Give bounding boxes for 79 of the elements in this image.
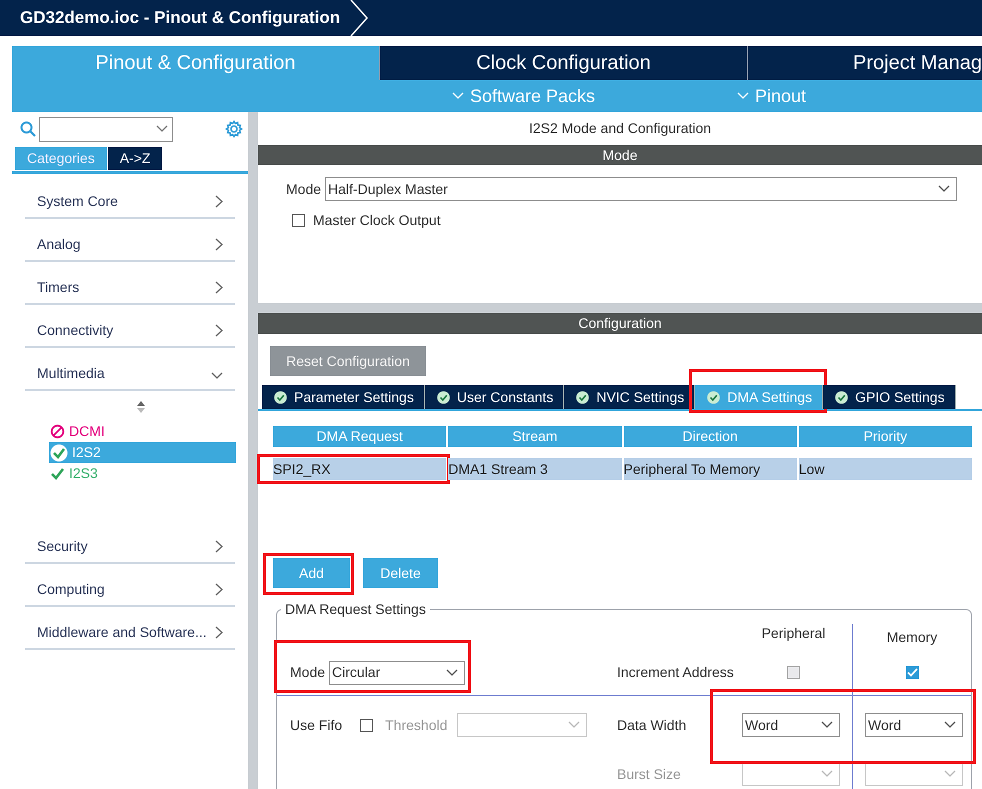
caret-icon — [821, 721, 833, 729]
field-label: Burst Size — [617, 764, 681, 784]
caret-icon — [156, 125, 168, 133]
table-cell: DMA1 Stream 3 — [448, 458, 622, 480]
category-item[interactable]: Connectivity — [25, 305, 235, 348]
threshold-select[interactable] — [457, 713, 588, 737]
checkbox-label: Master Clock Output — [313, 211, 441, 230]
prohibited-icon — [50, 424, 65, 439]
checkbox[interactable] — [292, 214, 305, 227]
category-item[interactable]: Analog — [25, 219, 235, 262]
column-header: DMA Request — [273, 426, 446, 447]
chevron-right-icon — [215, 583, 223, 596]
field-label: Increment Address — [617, 663, 734, 682]
section-header: Configuration — [258, 313, 982, 334]
group-title: DMA Request Settings — [284, 602, 427, 616]
category-item[interactable]: Timers — [25, 262, 235, 305]
mode-select[interactable]: Circular — [329, 660, 466, 684]
chevron-down-icon — [211, 372, 223, 380]
tab[interactable]: NVIC Settings — [564, 385, 696, 409]
tab[interactable]: Clock Configuration — [380, 46, 748, 80]
field-label: Mode — [286, 180, 322, 198]
tab[interactable]: User Constants — [424, 385, 564, 409]
field-label: Mode — [290, 663, 326, 682]
check-circle-icon — [436, 390, 450, 404]
caret-icon — [568, 721, 580, 729]
checkbox[interactable] — [906, 666, 918, 679]
sort-icon — [136, 401, 146, 413]
table-cell: Low — [798, 458, 972, 480]
chevron-right-icon — [215, 281, 223, 294]
check-circle-icon — [50, 444, 68, 462]
column-header: Direction — [624, 426, 797, 447]
category-item[interactable]: Computing — [25, 564, 235, 607]
chevron-right-icon — [215, 324, 223, 337]
search-field[interactable] — [39, 116, 173, 142]
data-width-select[interactable]: Word — [742, 713, 840, 737]
caret-icon — [446, 668, 458, 676]
chevron-right-icon — [215, 540, 223, 553]
chevron-right-icon — [215, 626, 223, 639]
field-label: Use Fifo — [290, 716, 342, 734]
data-width-select[interactable]: Word — [865, 713, 963, 737]
panel-title: I2S2 Mode and Configuration — [528, 119, 712, 138]
chevron-right-icon — [215, 195, 223, 208]
peripheral-item[interactable]: DCMI — [49, 421, 236, 442]
tab[interactable]: GPIO Settings — [823, 385, 956, 409]
settings-icon[interactable] — [225, 120, 243, 138]
column-header: Memory — [886, 628, 938, 647]
check-circle-icon — [707, 390, 720, 404]
caret-icon — [944, 721, 956, 729]
tab[interactable]: Project Manag — [748, 46, 982, 80]
category-item[interactable]: Middleware and Software... — [25, 607, 235, 650]
tab[interactable]: A->Z — [108, 147, 162, 170]
column-header: Stream — [448, 426, 622, 447]
tab[interactable]: Parameter Settings — [262, 385, 425, 409]
field-label: Data Width — [617, 716, 686, 734]
check-circle-icon — [576, 390, 590, 404]
check-circle-icon — [835, 390, 848, 404]
table-cell: SPI2_RX — [273, 458, 446, 480]
chevron-down-icon — [737, 92, 749, 100]
burst-size-select[interactable] — [742, 762, 840, 786]
chevron-right-icon — [215, 238, 223, 251]
table-cell: Peripheral To Memory — [624, 458, 797, 480]
check-circle-icon — [274, 390, 287, 404]
burst-size-select[interactable] — [865, 762, 963, 786]
caret-icon — [938, 185, 950, 193]
field-label: Threshold — [385, 716, 448, 734]
caret-icon — [821, 770, 833, 778]
category-item[interactable]: Security — [25, 521, 235, 564]
check-icon — [50, 466, 65, 481]
window-title: GD32demo.ioc - Pinout & Configuration — [19, 7, 340, 30]
chevron-down-icon — [452, 92, 464, 100]
category-item[interactable]: Multimedia — [25, 348, 235, 391]
section-header: Mode — [258, 145, 982, 165]
checkbox[interactable] — [360, 718, 374, 732]
column-header: Peripheral — [762, 624, 826, 643]
column-header: Priority — [798, 426, 972, 447]
mode-select[interactable]: Half-Duplex Master — [325, 177, 958, 201]
category-item[interactable]: System Core — [25, 176, 235, 219]
search-icon — [20, 121, 36, 137]
caret-icon — [944, 770, 956, 778]
